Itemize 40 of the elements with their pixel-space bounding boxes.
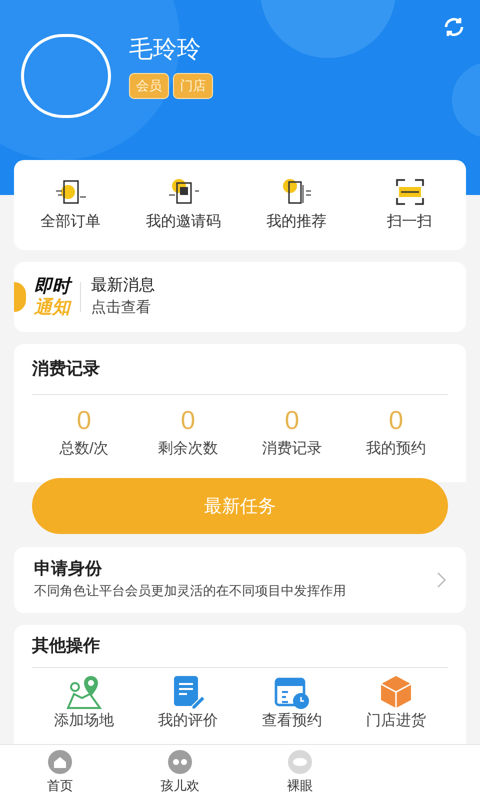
role-tag: 门店: [173, 73, 213, 98]
qr-code-icon: [166, 176, 200, 207]
nav-tab[interactable]: 首页: [0, 745, 120, 800]
notice-title: 最新消息: [91, 276, 155, 296]
chevron-right-icon: [436, 572, 446, 588]
user-name: 毛玲玲: [129, 35, 202, 65]
section-title: 其他操作: [32, 635, 101, 657]
refresh-icon[interactable]: [442, 15, 466, 39]
operation-button[interactable]: 查看预约: [240, 674, 344, 730]
stat-label: 我的预约: [366, 438, 426, 458]
operation-button[interactable]: 我的评价: [136, 674, 240, 730]
role-tag: 会员: [129, 73, 169, 98]
notice-card[interactable]: 即时 通知 最新消息 点击查看: [14, 262, 466, 332]
face-group-icon: [168, 750, 192, 774]
section-title: 消费记录: [32, 358, 101, 380]
operation-button[interactable]: 添加场地: [32, 674, 136, 730]
apply-card[interactable]: 申请身份 不同角色让平台会员更加灵活的在不同项目中发挥作用: [14, 547, 466, 613]
shortcut-button[interactable]: 全部订单: [14, 176, 127, 234]
avatar[interactable]: [21, 34, 111, 118]
apply-title: 申请身份: [34, 558, 103, 580]
apply-description: 不同角色让平台会员更加灵活的在不同项目中发挥作用: [34, 582, 347, 600]
operation-button[interactable]: 门店进货: [344, 674, 448, 730]
stat-label: 总数/次: [59, 438, 109, 458]
notice-badge-top: 即时: [34, 276, 70, 297]
home-icon: [48, 750, 72, 774]
eye-icon: [288, 750, 312, 774]
stat-value: 0: [180, 404, 196, 434]
shortcut-button[interactable]: 扫一扫: [353, 176, 466, 234]
nav-tab[interactable]: 裸眼: [240, 745, 360, 800]
nav-tab[interactable]: 孩儿欢: [120, 745, 240, 800]
stat-value: 0: [76, 404, 92, 434]
stat-label: 消费记录: [262, 438, 322, 458]
shortcut-button[interactable]: 我的邀请码: [127, 176, 240, 234]
shortcut-button[interactable]: 我的推荐: [240, 176, 353, 234]
notice-badge-bottom: 通知: [34, 297, 70, 318]
stat-value: 0: [388, 404, 404, 434]
map-pin-icon: [64, 674, 104, 710]
stat-value: 0: [284, 404, 300, 434]
stat-label: 剩余次数: [158, 438, 218, 458]
notice-subtitle: 点击查看: [91, 298, 152, 318]
